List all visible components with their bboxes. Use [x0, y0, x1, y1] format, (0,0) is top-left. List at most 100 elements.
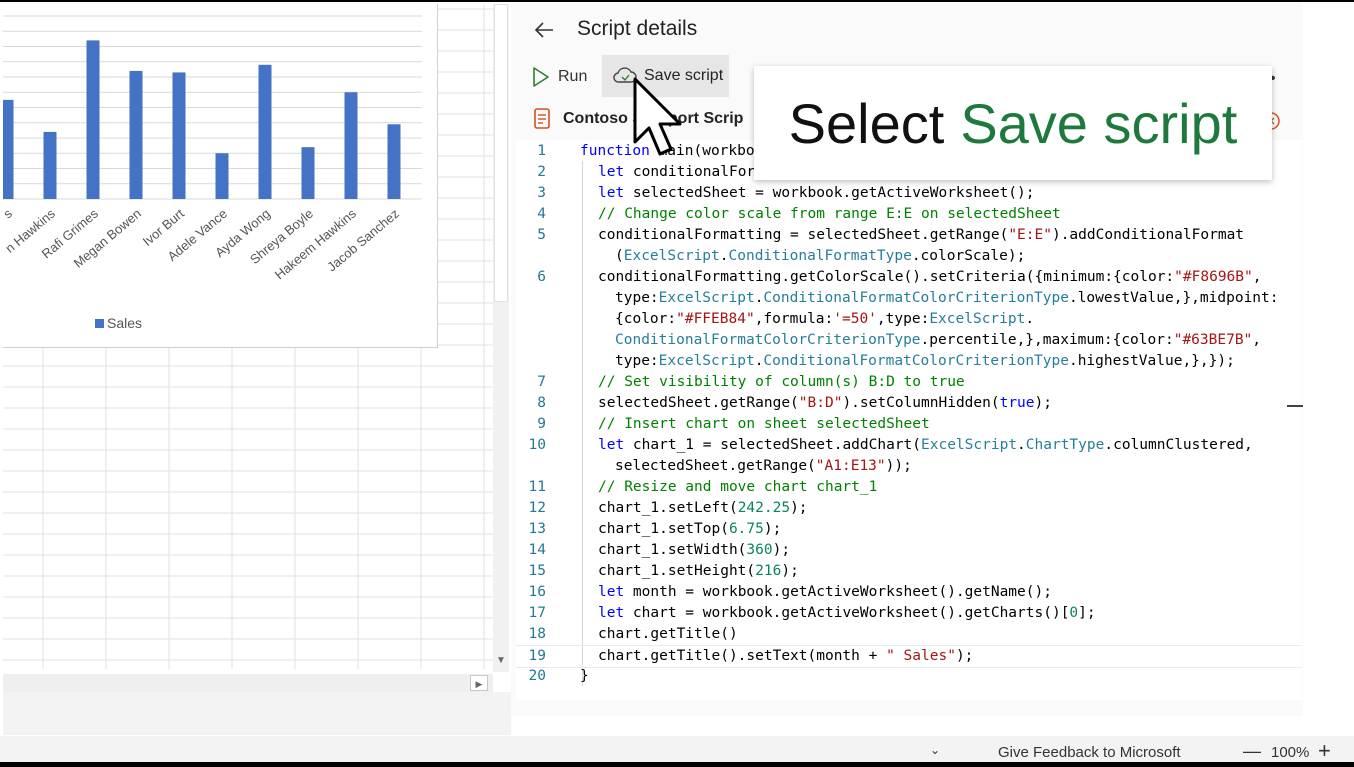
line-number: 19 — [528, 648, 546, 664]
screen-bottom-edge — [0, 762, 1354, 767]
scroll-down-arrow-icon[interactable]: ▼ — [494, 654, 508, 668]
code-text: chart.getTitle() — [598, 626, 738, 642]
code-text: selectedSheet.getRange("B:D").setColumnH… — [598, 395, 1052, 411]
code-text: type:ExcelScript.ConditionalFormatColorC… — [615, 353, 1235, 369]
code-line[interactable]: type:ExcelScript.ConditionalFormatColorC… — [516, 288, 1302, 309]
zoom-out-button[interactable]: — — [1243, 741, 1261, 762]
callout-accent: Save script — [960, 91, 1238, 155]
line-number: 20 — [528, 668, 546, 684]
code-line[interactable]: 11 // Resize and move chart chart_1 — [516, 477, 1302, 498]
code-text: selectedSheet.getRange("A1:E13")); — [615, 458, 912, 474]
code-line[interactable]: 3 let selectedSheet = workbook.getActiveW… — [516, 183, 1302, 204]
line-number: 15 — [528, 563, 546, 579]
chart-bar — [86, 40, 100, 200]
code-text: conditionalFormatting = selectedSheet.ge… — [598, 227, 1245, 243]
line-number: 2 — [537, 164, 546, 180]
chart-bar — [43, 131, 57, 199]
chart-bar — [344, 92, 358, 199]
scroll-right-arrow-icon[interactable]: ▶ — [470, 675, 488, 691]
code-line[interactable]: 20} — [516, 666, 1302, 687]
line-number: 18 — [528, 626, 546, 642]
code-line[interactable]: 19 chart.getTitle().setText(month + " Sal… — [516, 645, 1302, 668]
line-number: 7 — [537, 374, 546, 390]
code-line[interactable]: 12 chart_1.setLeft(242.25); — [516, 498, 1302, 519]
code-text: (ExcelScript.ConditionalFormatType.color… — [615, 248, 1026, 264]
mouse-cursor-icon — [633, 77, 682, 156]
chart-legend-swatch — [95, 319, 104, 328]
code-text: ConditionalFormatColorCriterionType.perc… — [615, 332, 1262, 348]
code-line[interactable]: (ExcelScript.ConditionalFormatType.color… — [516, 246, 1302, 267]
code-line[interactable]: 18 chart.getTitle() — [516, 624, 1302, 645]
sales-chart-plot: Salessn HawkinsRafi GrimesMegan BowenIvo… — [3, 4, 422, 331]
code-text: {color:"#FFEB84",formula:'=50',type:Exce… — [615, 311, 1035, 327]
chart-title: Sales — [93, 4, 133, 7]
code-text: let selectedSheet = workbook.getActiveWo… — [598, 185, 1035, 201]
panel-margin — [1303, 4, 1354, 716]
code-line[interactable]: 4 // Change color scale from range E:E on… — [516, 204, 1302, 225]
play-icon — [533, 67, 549, 87]
code-line[interactable]: 13 chart_1.setTop(6.75); — [516, 519, 1302, 540]
code-text: chart_1.setHeight(216); — [598, 563, 799, 579]
chart-bar — [129, 70, 143, 200]
chart-bar — [387, 124, 401, 199]
chart-bar — [258, 64, 272, 199]
horizontal-scrollbar[interactable] — [3, 674, 493, 692]
code-line[interactable]: 16 let month = workbook.getActiveWorkshee… — [516, 582, 1302, 603]
code-text: } — [580, 668, 589, 684]
code-editor[interactable]: 1 function main(workbo 2 let conditionalFor… — [516, 140, 1302, 700]
chart-category-label: s — [3, 205, 15, 221]
chart-bar — [301, 147, 315, 199]
code-text: let conditionalFor — [598, 164, 756, 180]
zoom-in-button[interactable]: + — [1318, 738, 1331, 764]
sales-chart[interactable]: Salessn HawkinsRafi GrimesMegan BowenIvo… — [3, 4, 438, 348]
run-button[interactable]: Run — [532, 64, 587, 90]
line-number: 14 — [528, 542, 546, 558]
code-line[interactable]: 10 let chart_1 = selectedSheet.addChart(E… — [516, 435, 1302, 456]
line-number: 1 — [537, 143, 546, 159]
code-text: conditionalFormatting.getColorScale().se… — [598, 269, 1262, 285]
instruction-callout: Select Save script — [754, 66, 1272, 180]
line-number: 13 — [528, 521, 546, 537]
code-text: let month = workbook.getActiveWorksheet(… — [598, 584, 1052, 600]
chart-legend-label: Sales — [107, 315, 142, 331]
code-line[interactable]: 5 conditionalFormatting = selectedSheet.g… — [516, 225, 1302, 246]
code-line[interactable]: {color:"#FFEB84",formula:'=50',type:Exce… — [516, 309, 1302, 330]
back-arrow-icon[interactable] — [532, 18, 558, 42]
code-text: chart_1.setWidth(360); — [598, 542, 791, 558]
line-number: 6 — [537, 269, 546, 285]
code-line[interactable]: type:ExcelScript.ConditionalFormatColorC… — [516, 351, 1302, 372]
code-text: chart.getTitle().setText(month + " Sales… — [598, 648, 974, 664]
code-line[interactable]: 17 let chart = workbook.getActiveWorkshee… — [516, 603, 1302, 624]
vertical-scroll-thumb[interactable] — [494, 4, 508, 302]
line-number: 17 — [528, 605, 546, 621]
code-text: // Set visibility of column(s) B:D to tr… — [598, 374, 965, 390]
code-text: chart_1.setLeft(242.25); — [598, 500, 808, 516]
code-line[interactable]: 9 // Insert chart on sheet selectedSheet — [516, 414, 1302, 435]
line-number: 10 — [528, 437, 546, 453]
script-file-icon — [534, 108, 550, 129]
code-line[interactable]: 7 // Set visibility of column(s) B:D to t… — [516, 372, 1302, 393]
line-number: 12 — [528, 500, 546, 516]
code-line[interactable]: 6 conditionalFormatting.getColorScale().s… — [516, 267, 1302, 288]
code-text: chart_1.setTop(6.75); — [598, 521, 782, 537]
give-feedback-link[interactable]: Give Feedback to Microsoft — [998, 744, 1181, 761]
line-number: 16 — [528, 584, 546, 600]
code-line[interactable]: ConditionalFormatColorCriterionType.perc… — [516, 330, 1302, 351]
chart-bar — [172, 72, 186, 199]
code-line[interactable]: 8 selectedSheet.getRange("B:D").setColumn… — [516, 393, 1302, 414]
sheet-footer-area — [3, 692, 511, 735]
chart-bar — [215, 153, 229, 199]
zoom-level[interactable]: 100% — [1271, 744, 1309, 761]
worksheet-area[interactable]: Salessn HawkinsRafi GrimesMegan BowenIvo… — [3, 4, 493, 669]
code-line[interactable]: 15 chart_1.setHeight(216); — [516, 561, 1302, 582]
overview-ruler-marker — [1287, 405, 1303, 407]
code-line[interactable]: selectedSheet.getRange("A1:E13")); — [516, 456, 1302, 477]
code-text: let chart_1 = selectedSheet.addChart(Exc… — [598, 437, 1253, 453]
status-bar: ⌄ Give Feedback to Microsoft — 100% + — [0, 736, 1354, 764]
line-number: 5 — [537, 227, 546, 243]
chart-bar — [3, 99, 14, 199]
code-line[interactable]: 14 chart_1.setWidth(360); — [516, 540, 1302, 561]
code-text: // Insert chart on sheet selectedSheet — [598, 416, 930, 432]
line-number: 3 — [537, 185, 546, 201]
chevron-down-icon[interactable]: ⌄ — [930, 743, 940, 757]
